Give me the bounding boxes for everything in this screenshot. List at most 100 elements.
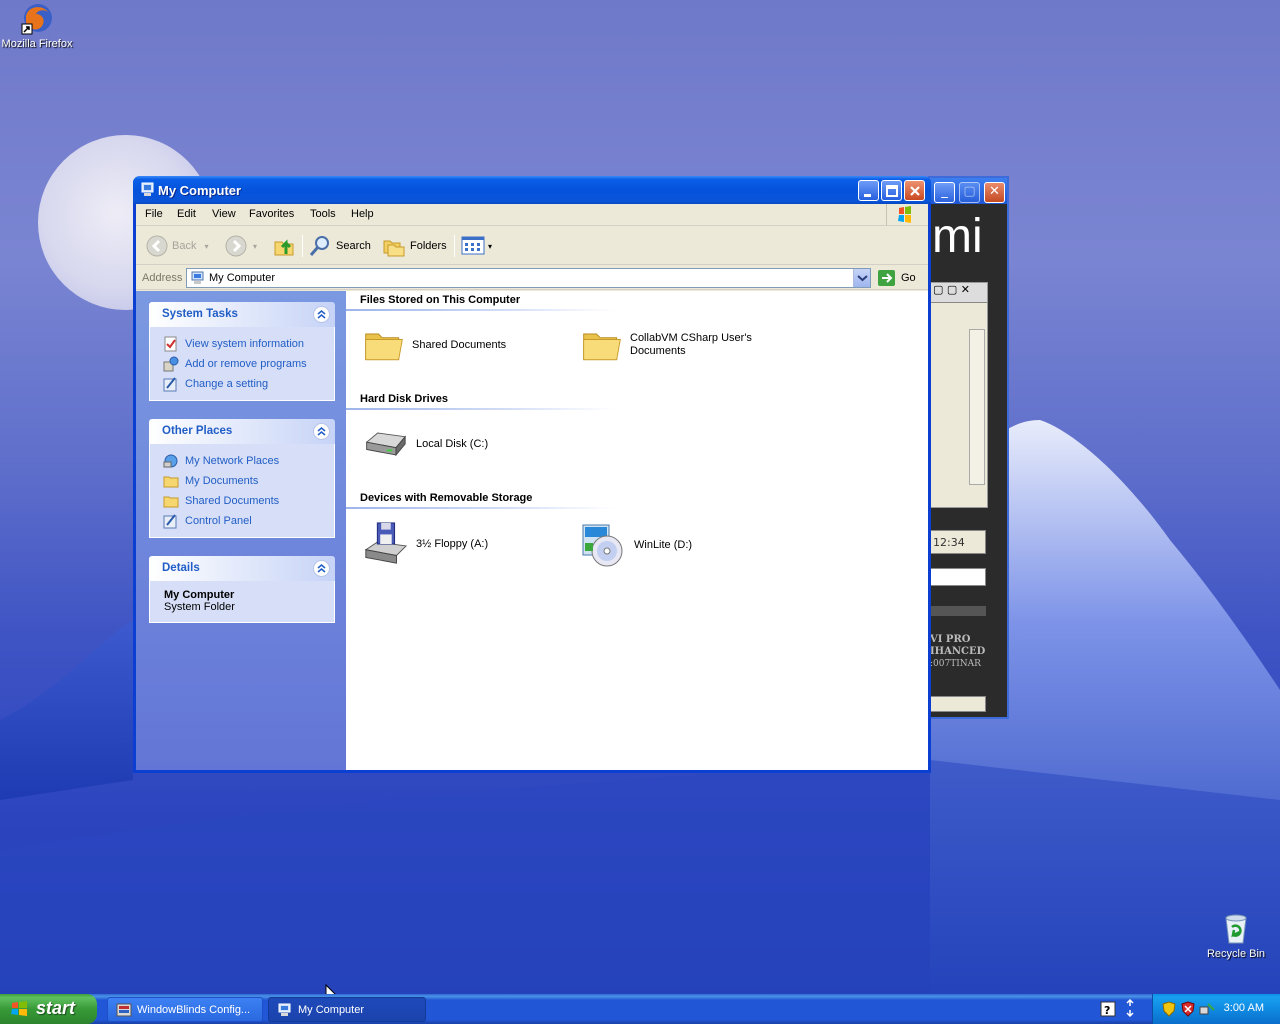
system-tasks-header[interactable]: System Tasks — [149, 302, 335, 327]
details-header[interactable]: Details — [149, 556, 335, 581]
group-divider — [346, 309, 616, 311]
windows-flag-icon — [11, 1001, 27, 1016]
group-divider — [346, 507, 616, 509]
chevron-up-icon[interactable] — [313, 423, 330, 440]
firefox-icon — [20, 2, 54, 36]
time-field[interactable]: 12:34 — [930, 530, 986, 554]
network-places-icon — [163, 454, 178, 468]
language-bar-icon[interactable] — [1124, 998, 1136, 1018]
network-tray-icon[interactable] — [1199, 1001, 1215, 1017]
chevron-up-icon[interactable] — [313, 560, 330, 577]
clock[interactable]: 3:00 AM — [1224, 1002, 1264, 1014]
up-folder-button[interactable] — [273, 234, 297, 258]
scrollbar[interactable] — [969, 329, 985, 485]
folder-icon — [365, 333, 403, 361]
folders-icon — [383, 240, 405, 257]
group-title-files-stored: Files Stored on This Computer — [360, 294, 521, 306]
go-arrow-icon — [878, 270, 895, 286]
item-local-disk-c[interactable]: Local Disk (C:) — [360, 422, 488, 466]
chevron-up-icon[interactable] — [313, 306, 330, 323]
address-dropdown-button[interactable] — [853, 269, 870, 287]
place-shared-documents[interactable]: Shared Documents — [150, 491, 334, 511]
folders-button[interactable]: Folders — [382, 234, 447, 258]
place-control-panel[interactable]: Control Panel — [150, 511, 334, 531]
up-folder-icon — [274, 239, 294, 256]
hard-disk-icon — [365, 432, 407, 457]
forward-button[interactable]: ▾ — [225, 234, 257, 258]
close-button[interactable] — [904, 180, 925, 201]
address-input[interactable]: My Computer — [186, 268, 871, 288]
window-titlebar[interactable]: My Computer — [133, 176, 931, 204]
desktop-icon-label: Mozilla Firefox — [1, 38, 73, 50]
security-shield-icon[interactable] — [1161, 1001, 1177, 1017]
windows-logo-icon — [886, 204, 922, 226]
floppy-drive-icon — [364, 522, 408, 564]
menu-bar: File Edit View Favorites Tools Help — [136, 204, 928, 226]
folder-icon — [163, 496, 179, 508]
details-panel: Details My Computer System Folder — [149, 556, 335, 623]
minimize-button[interactable] — [858, 180, 879, 201]
address-value: My Computer — [209, 272, 276, 284]
address-bar: Address My Computer Go — [136, 266, 928, 290]
menu-tools[interactable]: Tools — [310, 208, 336, 220]
views-button[interactable]: ▾ — [461, 234, 492, 258]
my-computer-icon — [141, 182, 154, 196]
menu-favorites[interactable]: Favorites — [249, 208, 294, 220]
item-floppy-a[interactable]: 3½ Floppy (A:) — [360, 521, 488, 567]
taskbar: start WindowBlinds Config... My Computer… — [0, 994, 1280, 1024]
menu-edit[interactable]: Edit — [177, 208, 196, 220]
background-window-titlebar[interactable]: _ ▢ ✕ — [928, 178, 1007, 204]
other-places-header[interactable]: Other Places — [149, 419, 335, 444]
menu-view[interactable]: View — [212, 208, 236, 220]
system-tray: 3:00 AM — [1152, 994, 1280, 1024]
folder-icon — [583, 333, 621, 361]
system-tasks-panel: System Tasks View system information Add… — [149, 302, 335, 401]
item-winlite-d[interactable]: WinLite (D:) — [578, 521, 692, 569]
minimize-button[interactable]: _ — [934, 182, 955, 203]
my-computer-window: My Computer File Edit View Favorites Too… — [133, 176, 931, 773]
folder-icon — [163, 476, 179, 488]
back-button[interactable]: Back ▾ — [146, 234, 208, 258]
place-my-network-places[interactable]: My Network Places — [150, 451, 334, 471]
menu-help[interactable]: Help — [351, 208, 374, 220]
desktop-icon-recycle-bin[interactable]: Recycle Bin — [1196, 912, 1276, 960]
my-computer-icon — [191, 271, 204, 284]
cd-drive-icon — [582, 524, 623, 567]
menu-file[interactable]: File — [145, 208, 163, 220]
place-my-documents[interactable]: My Documents — [150, 471, 334, 491]
start-button[interactable]: start — [0, 994, 97, 1024]
search-icon — [309, 236, 329, 256]
background-window-text: VI PRO IHANCED :007TINAR — [930, 634, 986, 669]
task-change-a-setting[interactable]: Change a setting — [150, 374, 334, 394]
go-button[interactable]: Go — [877, 268, 916, 288]
maximize-button[interactable] — [881, 180, 902, 201]
search-button[interactable]: Search — [308, 234, 371, 258]
recycle-bin-icon — [1219, 912, 1253, 946]
details-name: My Computer — [164, 589, 235, 601]
desktop-icon-firefox[interactable]: Mozilla Firefox — [0, 2, 77, 50]
task-view-system-information[interactable]: View system information — [150, 334, 334, 354]
group-title-hard-disk-drives: Hard Disk Drives — [360, 393, 449, 405]
dropdown-field[interactable] — [930, 568, 986, 586]
task-add-remove-programs[interactable]: Add or remove programs — [150, 354, 334, 374]
horizontal-scrollbar[interactable] — [930, 696, 986, 712]
close-button[interactable]: ✕ — [984, 182, 1005, 203]
toolbar-separator — [454, 235, 455, 257]
maximize-button[interactable]: ▢ — [959, 182, 980, 203]
taskbar-button-windowblinds-config[interactable]: WindowBlinds Config... — [107, 997, 263, 1022]
details-type: System Folder — [164, 601, 235, 613]
taskbar-button-my-computer[interactable]: My Computer — [268, 997, 426, 1022]
back-arrow-icon — [146, 235, 168, 257]
system-info-icon — [164, 336, 177, 352]
help-icon[interactable]: ? — [1100, 1001, 1116, 1017]
background-window-panel: ▢ ▢ ✕ — [930, 282, 988, 508]
background-window[interactable]: _ ▢ ✕ mi ▢ ▢ ✕ 12:34 VI PRO IHANCED :007… — [928, 176, 1009, 719]
item-collabvm-csharp-users-documents[interactable]: CollabVM CSharp User's Documents — [580, 323, 752, 367]
background-window-heading: mi — [932, 210, 983, 263]
windowblinds-icon — [116, 1003, 132, 1016]
my-computer-icon — [278, 1003, 291, 1016]
item-shared-documents[interactable]: Shared Documents — [362, 323, 506, 367]
control-panel-icon — [163, 377, 177, 392]
panel-window-controls[interactable]: ▢ ▢ ✕ — [931, 283, 987, 303]
security-alert-icon[interactable] — [1180, 1001, 1196, 1017]
